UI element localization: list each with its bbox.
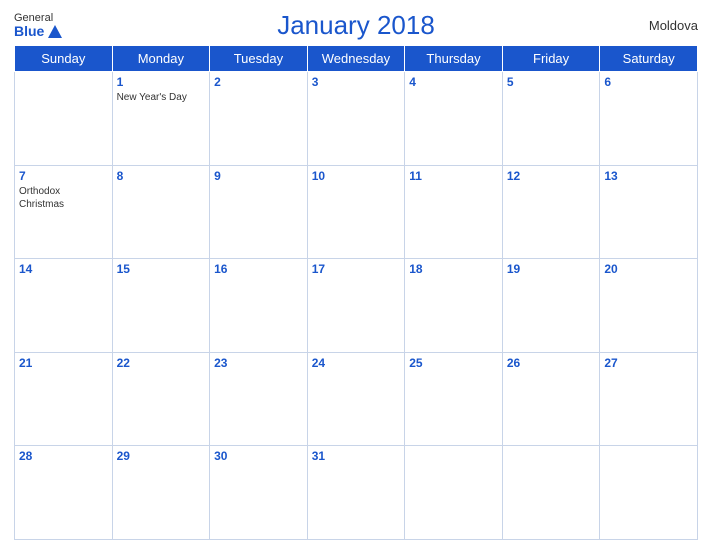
- calendar-cell: 4: [405, 72, 503, 166]
- day-number: 30: [214, 449, 303, 463]
- calendar-cell: 14: [15, 259, 113, 353]
- day-number: 24: [312, 356, 401, 370]
- calendar-cell: 10: [307, 165, 405, 259]
- day-number: 11: [409, 169, 498, 183]
- holiday-label: New Year's Day: [117, 91, 206, 104]
- day-number: 6: [604, 75, 693, 89]
- day-number: 12: [507, 169, 596, 183]
- day-number: 13: [604, 169, 693, 183]
- calendar-cell: 17: [307, 259, 405, 353]
- calendar-week-row: 14 15 16 17 18 19 20: [15, 259, 698, 353]
- calendar-cell: 13: [600, 165, 698, 259]
- day-number: 28: [19, 449, 108, 463]
- logo: General Blue: [14, 12, 62, 39]
- calendar-cell: 30: [210, 446, 308, 540]
- day-number: 22: [117, 356, 206, 370]
- calendar-cell: [15, 72, 113, 166]
- calendar-cell: 7 Orthodox Christmas: [15, 165, 113, 259]
- header-friday: Friday: [502, 46, 600, 72]
- calendar-cell: 24: [307, 352, 405, 446]
- holiday-label: Orthodox Christmas: [19, 185, 108, 211]
- calendar-title: January 2018: [277, 10, 435, 41]
- weekday-header-row: Sunday Monday Tuesday Wednesday Thursday…: [15, 46, 698, 72]
- day-number: 14: [19, 262, 108, 276]
- calendar-cell: 20: [600, 259, 698, 353]
- day-number: 5: [507, 75, 596, 89]
- day-number: 19: [507, 262, 596, 276]
- calendar-table: Sunday Monday Tuesday Wednesday Thursday…: [14, 45, 698, 540]
- day-number: 21: [19, 356, 108, 370]
- day-number: 20: [604, 262, 693, 276]
- calendar-cell: 29: [112, 446, 210, 540]
- logo-blue-text: Blue: [14, 24, 62, 39]
- calendar-wrapper: General Blue January 2018 Moldova Sunday…: [0, 0, 712, 550]
- day-number: 3: [312, 75, 401, 89]
- day-number: 26: [507, 356, 596, 370]
- calendar-week-row: 21 22 23 24 25 26 27: [15, 352, 698, 446]
- calendar-cell: 26: [502, 352, 600, 446]
- calendar-cell: 18: [405, 259, 503, 353]
- calendar-cell: 23: [210, 352, 308, 446]
- calendar-cell: 21: [15, 352, 113, 446]
- calendar-cell: 3: [307, 72, 405, 166]
- calendar-week-row: 1 New Year's Day 23456: [15, 72, 698, 166]
- day-number: 8: [117, 169, 206, 183]
- logo-triangle-icon: [48, 25, 62, 38]
- calendar-cell: 9: [210, 165, 308, 259]
- day-number: 31: [312, 449, 401, 463]
- calendar-cell: 22: [112, 352, 210, 446]
- day-number: 23: [214, 356, 303, 370]
- day-number: 15: [117, 262, 206, 276]
- calendar-cell: 25: [405, 352, 503, 446]
- day-number: 4: [409, 75, 498, 89]
- calendar-header: General Blue January 2018 Moldova: [14, 10, 698, 41]
- day-number: 1: [117, 75, 206, 89]
- calendar-cell: [600, 446, 698, 540]
- day-number: 10: [312, 169, 401, 183]
- calendar-cell: 28: [15, 446, 113, 540]
- calendar-week-row: 28 29 30 31: [15, 446, 698, 540]
- calendar-cell: 27: [600, 352, 698, 446]
- calendar-cell: [405, 446, 503, 540]
- calendar-cell: 19: [502, 259, 600, 353]
- day-number: 9: [214, 169, 303, 183]
- day-number: 2: [214, 75, 303, 89]
- calendar-cell: 2: [210, 72, 308, 166]
- calendar-cell: 1 New Year's Day: [112, 72, 210, 166]
- header-saturday: Saturday: [600, 46, 698, 72]
- country-label: Moldova: [649, 18, 698, 33]
- day-number: 27: [604, 356, 693, 370]
- calendar-cell: 8: [112, 165, 210, 259]
- calendar-cell: 12: [502, 165, 600, 259]
- calendar-cell: 16: [210, 259, 308, 353]
- calendar-cell: 15: [112, 259, 210, 353]
- calendar-cell: 11: [405, 165, 503, 259]
- calendar-cell: 6: [600, 72, 698, 166]
- header-wednesday: Wednesday: [307, 46, 405, 72]
- calendar-cell: 5: [502, 72, 600, 166]
- day-number: 7: [19, 169, 108, 183]
- day-number: 16: [214, 262, 303, 276]
- header-sunday: Sunday: [15, 46, 113, 72]
- day-number: 18: [409, 262, 498, 276]
- header-tuesday: Tuesday: [210, 46, 308, 72]
- day-number: 25: [409, 356, 498, 370]
- calendar-cell: [502, 446, 600, 540]
- day-number: 17: [312, 262, 401, 276]
- header-monday: Monday: [112, 46, 210, 72]
- calendar-week-row: 7 Orthodox Christmas 89 10 11 12 13: [15, 165, 698, 259]
- header-thursday: Thursday: [405, 46, 503, 72]
- day-number: 29: [117, 449, 206, 463]
- calendar-cell: 31: [307, 446, 405, 540]
